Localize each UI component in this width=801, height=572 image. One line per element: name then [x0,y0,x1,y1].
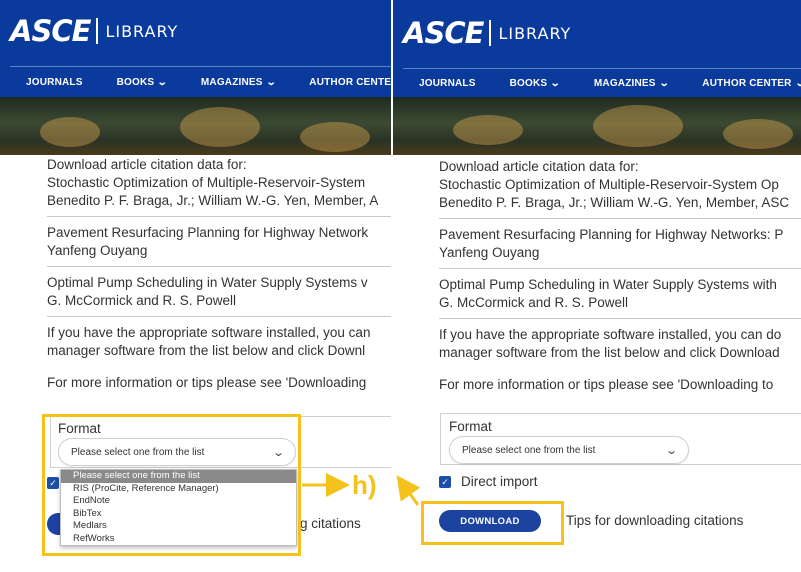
arrow-to-download [396,475,421,506]
annotation-arrows [302,473,421,506]
annotation-label: h) [352,470,377,500]
